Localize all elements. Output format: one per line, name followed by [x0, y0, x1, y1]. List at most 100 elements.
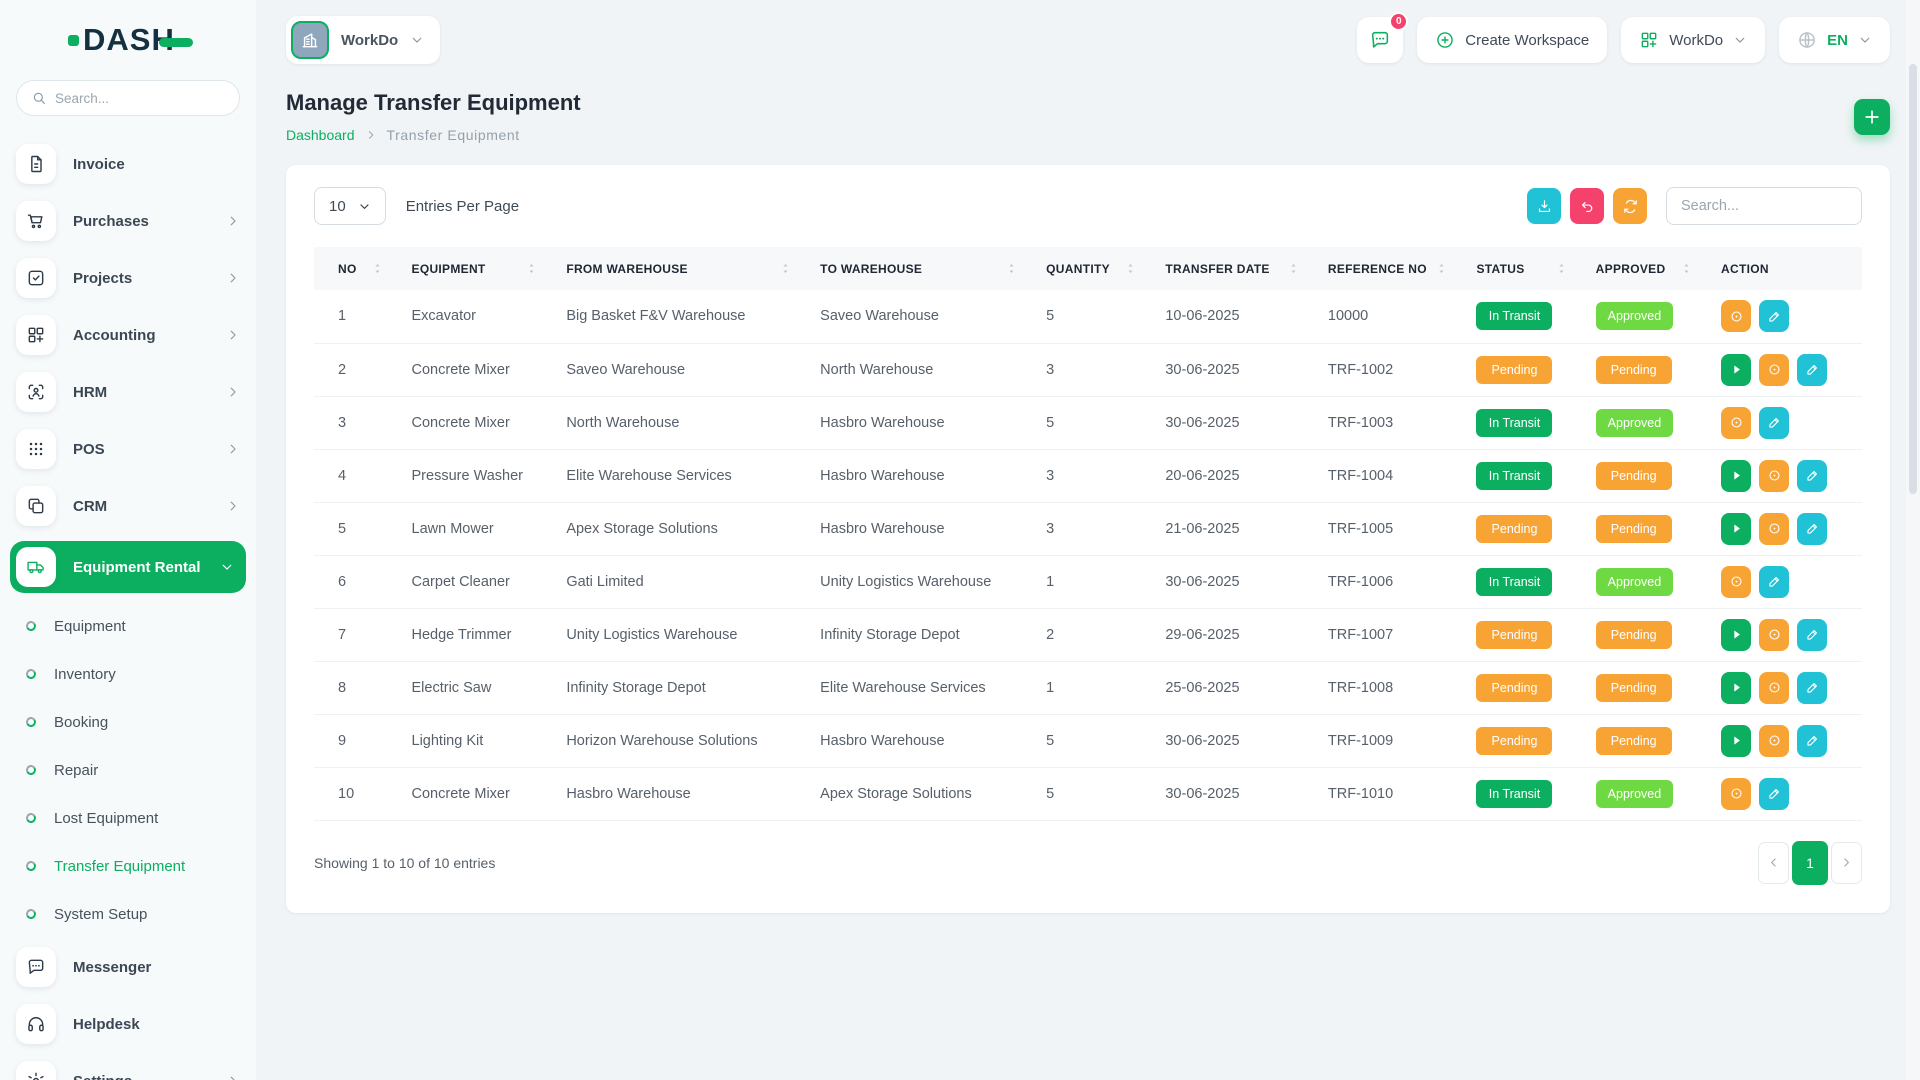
- sidebar-item-crm[interactable]: CRM: [16, 484, 240, 528]
- sidebar-subitem-booking[interactable]: Booking: [26, 705, 240, 739]
- sidebar-item-label: Purchases: [73, 213, 226, 230]
- cell-status: In Transit: [1476, 767, 1595, 820]
- column-header-no[interactable]: NO: [314, 247, 412, 290]
- edit-icon: [1805, 362, 1820, 377]
- create-workspace-button[interactable]: Create Workspace: [1417, 17, 1607, 63]
- sort-icon[interactable]: [1680, 262, 1693, 275]
- column-header-approved[interactable]: APPROVED: [1596, 247, 1721, 290]
- workspace-selector[interactable]: WorkDo: [286, 16, 440, 64]
- sort-icon[interactable]: [779, 262, 792, 275]
- edit-button[interactable]: [1759, 566, 1789, 598]
- sort-icon[interactable]: [1555, 262, 1568, 275]
- table-search-input[interactable]: [1666, 187, 1862, 225]
- sidebar-item-pos[interactable]: POS: [16, 427, 240, 471]
- refresh-icon: [1622, 198, 1639, 215]
- sidebar-subitem-system-setup[interactable]: System Setup: [26, 897, 240, 931]
- view-button[interactable]: [1759, 725, 1789, 757]
- plus-icon: [1862, 107, 1882, 127]
- sidebar-subitem-lost-equipment[interactable]: Lost Equipment: [26, 801, 240, 835]
- edit-button[interactable]: [1797, 619, 1827, 651]
- play-button[interactable]: [1721, 672, 1751, 704]
- play-button[interactable]: [1721, 513, 1751, 545]
- column-header-to-warehouse[interactable]: TO WAREHOUSE: [820, 247, 1046, 290]
- column-header-transfer-date[interactable]: TRANSFER DATE: [1165, 247, 1328, 290]
- view-button[interactable]: [1759, 460, 1789, 492]
- sort-icon[interactable]: [1005, 262, 1018, 275]
- sidebar-item-equipment-rental[interactable]: Equipment Rental: [10, 541, 246, 593]
- page-1-button[interactable]: 1: [1792, 841, 1828, 885]
- cell-approved: Pending: [1596, 714, 1721, 767]
- sidebar-item-projects[interactable]: Projects: [16, 256, 240, 300]
- column-header-from-warehouse[interactable]: FROM WAREHOUSE: [566, 247, 820, 290]
- sidebar-item-helpdesk[interactable]: Helpdesk: [16, 1002, 240, 1046]
- table-header-row: NOEQUIPMENTFROM WAREHOUSETO WAREHOUSEQUA…: [314, 247, 1862, 290]
- cell-reference-no: TRF-1004: [1328, 449, 1477, 502]
- entries-per-page-select[interactable]: 10: [314, 187, 386, 225]
- cell-transfer-date: 25-06-2025: [1165, 661, 1328, 714]
- sort-icon[interactable]: [525, 262, 538, 275]
- sidebar-item-purchases[interactable]: Purchases: [16, 199, 240, 243]
- view-button[interactable]: [1721, 407, 1751, 439]
- sidebar-item-messenger[interactable]: Messenger: [16, 945, 240, 989]
- sidebar-nav: Invoice Purchases Projects Accounting HRM POS…: [16, 142, 240, 1080]
- edit-button[interactable]: [1797, 672, 1827, 704]
- cell-from-warehouse: Infinity Storage Depot: [566, 661, 820, 714]
- column-header-reference-no[interactable]: REFERENCE NO: [1328, 247, 1477, 290]
- cell-reference-no: TRF-1002: [1328, 343, 1477, 396]
- brand-logo[interactable]: DASH: [68, 22, 240, 58]
- view-button[interactable]: [1759, 513, 1789, 545]
- sidebar-item-accounting[interactable]: Accounting: [16, 313, 240, 357]
- sort-icon[interactable]: [1287, 262, 1300, 275]
- sidebar-subitem-inventory[interactable]: Inventory: [26, 657, 240, 691]
- next-page-button[interactable]: [1831, 842, 1862, 884]
- status-badge: In Transit: [1476, 409, 1552, 437]
- view-button[interactable]: [1759, 672, 1789, 704]
- view-button[interactable]: [1721, 300, 1751, 332]
- cell-quantity: 3: [1046, 449, 1165, 502]
- status-badge: In Transit: [1476, 462, 1552, 490]
- view-button[interactable]: [1759, 619, 1789, 651]
- play-button[interactable]: [1721, 725, 1751, 757]
- edit-icon: [1767, 786, 1782, 801]
- edit-button[interactable]: [1797, 460, 1827, 492]
- column-header-status[interactable]: STATUS: [1476, 247, 1595, 290]
- refresh-button[interactable]: [1613, 188, 1647, 224]
- edit-button[interactable]: [1759, 407, 1789, 439]
- scrollbar-thumb[interactable]: [1909, 64, 1917, 494]
- sidebar-item-label: Settings: [73, 1073, 226, 1080]
- sidebar-item-invoice[interactable]: Invoice: [16, 142, 240, 186]
- sort-icon[interactable]: [1124, 262, 1137, 275]
- download-button[interactable]: [1527, 188, 1561, 224]
- language-selector[interactable]: EN: [1779, 17, 1890, 63]
- play-button[interactable]: [1721, 460, 1751, 492]
- breadcrumb-dashboard-link[interactable]: Dashboard: [286, 127, 355, 143]
- edit-button[interactable]: [1797, 354, 1827, 386]
- add-transfer-button[interactable]: [1854, 99, 1890, 135]
- sidebar-subitem-repair[interactable]: Repair: [26, 753, 240, 787]
- view-button[interactable]: [1721, 566, 1751, 598]
- view-button[interactable]: [1721, 778, 1751, 810]
- edit-button[interactable]: [1797, 725, 1827, 757]
- column-header-equipment[interactable]: EQUIPMENT: [412, 247, 567, 290]
- view-button[interactable]: [1759, 354, 1789, 386]
- sidebar-subitem-transfer-equipment[interactable]: Transfer Equipment: [26, 849, 240, 883]
- edit-button[interactable]: [1797, 513, 1827, 545]
- edit-button[interactable]: [1759, 300, 1789, 332]
- cell-no: 1: [314, 290, 412, 343]
- messages-button[interactable]: 0: [1357, 17, 1403, 63]
- sort-icon[interactable]: [1435, 262, 1448, 275]
- bullet-icon: [25, 668, 38, 681]
- column-header-quantity[interactable]: QUANTITY: [1046, 247, 1165, 290]
- workdo-menu-button[interactable]: WorkDo: [1621, 17, 1765, 63]
- play-button[interactable]: [1721, 619, 1751, 651]
- page-scrollbar[interactable]: [1906, 0, 1920, 1080]
- prev-page-button[interactable]: [1758, 842, 1789, 884]
- undo-button[interactable]: [1570, 188, 1604, 224]
- sidebar-subitem-equipment[interactable]: Equipment: [26, 609, 240, 643]
- sidebar-search-input[interactable]: [55, 91, 225, 106]
- edit-button[interactable]: [1759, 778, 1789, 810]
- sidebar-item-hrm[interactable]: HRM: [16, 370, 240, 414]
- sidebar-item-settings[interactable]: Settings: [16, 1059, 240, 1080]
- sort-icon[interactable]: [371, 262, 384, 275]
- play-button[interactable]: [1721, 354, 1751, 386]
